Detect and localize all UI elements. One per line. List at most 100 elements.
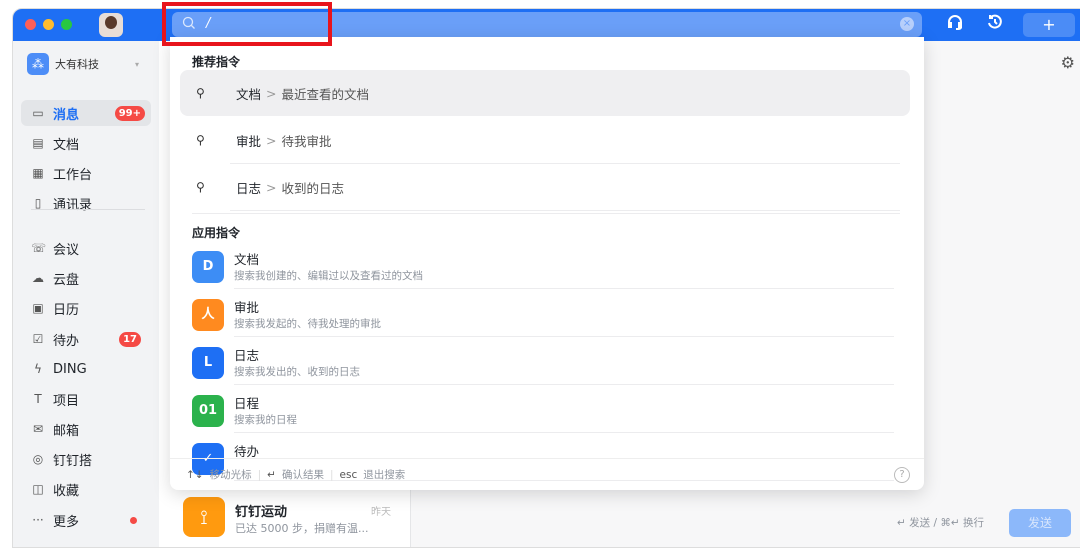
command-name: 文档	[236, 86, 262, 102]
sidebar-item-11[interactable]: ◎ 钉钉搭	[21, 446, 151, 472]
grid-icon: ▦	[32, 166, 44, 180]
history-icon[interactable]	[983, 13, 1007, 38]
chat-name: 钉钉运动	[235, 505, 288, 520]
todo-icon: ☑	[32, 332, 44, 346]
command-name: 日志	[236, 180, 262, 196]
arrows-key-icon: ↑↓	[186, 468, 204, 481]
sidebar-divider	[31, 209, 145, 210]
chevron-right-icon: >	[266, 132, 277, 148]
org-switcher[interactable]: ⁂ 大有科技 ▾	[27, 53, 139, 75]
gear-icon[interactable]: ⚙	[1061, 53, 1075, 72]
sidebar-item-label: 收藏	[53, 483, 80, 499]
chat-preview: 已达 5000 步，捐赠有温...	[235, 522, 369, 535]
app-command[interactable]: 01 日程 搜索我的日程	[192, 385, 904, 433]
sidebar-item-label: 云盘	[53, 272, 80, 288]
sidebar-item-label: 文档	[53, 137, 80, 153]
search-icon: ⚲	[196, 180, 205, 194]
sidebar-item-7[interactable]: ☑ 待办 17	[21, 326, 151, 352]
dropdown-footer: ↑↓ 移动光标 | ↵ 确认结果 | esc 退出搜索 ?	[170, 458, 924, 490]
app-command[interactable]: D 文档 搜索我创建的、编辑过以及查看过的文档	[192, 241, 904, 289]
sidebar-item-12[interactable]: ◫ 收藏	[21, 476, 151, 502]
recommended-command[interactable]: ⚲ 日志 > 收到的日志	[180, 164, 910, 210]
sidebar-item-9[interactable]: T 项目	[21, 386, 151, 412]
send-button[interactable]: 发送	[1009, 509, 1071, 537]
notification-dot	[130, 516, 137, 524]
sidebar-item-4[interactable]: ☏ 会议	[21, 235, 151, 261]
recommended-title: 推荐指令	[192, 55, 241, 69]
sidebar-item-label: 消息	[53, 107, 80, 123]
recommended-command[interactable]: ⚲ 文档 > 最近查看的文档	[180, 70, 910, 116]
star-icon: ◫	[32, 482, 44, 496]
close-window-button[interactable]	[25, 19, 36, 30]
sidebar-item-0[interactable]: ▭ 消息 99+	[21, 100, 151, 126]
sidebar-item-label: 会议	[53, 242, 80, 258]
divider	[230, 210, 900, 211]
chat-item[interactable]: ⟟ 钉钉运动 昨天 已达 5000 步，捐赠有温...	[159, 491, 411, 543]
composer-hint: ↵ 发送 / ⌘↵ 换行	[897, 517, 984, 529]
esc-key-label: esc	[339, 468, 358, 481]
app-description: 搜索我的日程	[234, 414, 297, 426]
add-button[interactable]: +	[1023, 13, 1075, 37]
search-icon: ⚲	[196, 133, 205, 147]
confirm-hint: 确认结果	[281, 469, 324, 481]
app-icon: D	[192, 251, 224, 283]
org-icon: ⁂	[27, 53, 49, 75]
unread-badge: 99+	[114, 105, 145, 121]
app-description: 搜索我发出的、收到的日志	[234, 366, 360, 378]
project-icon: T	[34, 392, 42, 406]
ding-icon: ϟ	[34, 362, 42, 376]
search-highlight-box	[162, 2, 332, 46]
app-command[interactable]: 人 审批 搜索我发起的、待我处理的审批	[192, 289, 904, 337]
headset-icon[interactable]	[943, 13, 967, 38]
sidebar-item-3[interactable]: ▯ 通讯录	[21, 190, 151, 216]
app-description: 搜索我创建的、编辑过以及查看过的文档	[234, 270, 423, 282]
command-dropdown: 推荐指令 ⚲ 文档 > 最近查看的文档 ⚲ 审批 > 待我审批 ⚲ 日志 > 收…	[170, 37, 924, 490]
apps-title: 应用指令	[192, 226, 241, 240]
sidebar-item-10[interactable]: ✉ 邮箱	[21, 416, 151, 442]
app-icon: L	[192, 347, 224, 379]
sidebar-item-label: 邮箱	[53, 423, 80, 439]
cloud-icon: ☁	[32, 271, 44, 285]
divider	[192, 213, 900, 214]
calendar-icon: ▣	[32, 301, 44, 315]
sidebar-item-2[interactable]: ▦ 工作台	[21, 160, 151, 186]
sidebar-item-label: 工作台	[53, 167, 93, 183]
move-cursor-hint: 移动光标	[209, 469, 252, 481]
command-target: 最近查看的文档	[281, 86, 370, 102]
chevron-down-icon: ▾	[135, 59, 140, 69]
enter-key-icon: ↵	[267, 468, 276, 481]
sidebar-item-label: 待办	[53, 333, 80, 349]
chevron-right-icon: >	[266, 179, 277, 195]
sidebar-item-5[interactable]: ☁ 云盘	[21, 265, 151, 291]
sidebar-item-6[interactable]: ▣ 日历	[21, 295, 151, 321]
phone-icon: ☏	[31, 241, 47, 255]
sidebar-item-label: DING	[53, 361, 87, 377]
doc-icon: ▤	[32, 136, 44, 150]
command-target: 收到的日志	[281, 180, 345, 196]
sidebar-item-label: 更多	[53, 514, 80, 530]
mail-icon: ✉	[32, 422, 44, 436]
app-icon: 01	[192, 395, 224, 427]
org-name: 大有科技	[55, 58, 99, 71]
exit-search-hint: 退出搜索	[363, 469, 406, 481]
unread-badge: 17	[119, 331, 141, 347]
builder-icon: ◎	[32, 452, 44, 466]
running-icon: ⟟	[183, 497, 225, 537]
help-icon[interactable]: ?	[894, 467, 910, 483]
sidebar-item-1[interactable]: ▤ 文档	[21, 130, 151, 156]
sidebar-item-label: 日历	[53, 302, 80, 318]
avatar[interactable]	[99, 13, 123, 37]
maximize-window-button[interactable]	[61, 19, 72, 30]
app-name: 文档	[234, 252, 260, 267]
chevron-right-icon: >	[266, 85, 277, 101]
app-command[interactable]: L 日志 搜索我发出的、收到的日志	[192, 337, 904, 385]
command-target: 待我审批	[281, 133, 332, 149]
sidebar-item-label: 项目	[53, 393, 80, 409]
recommended-command[interactable]: ⚲ 审批 > 待我审批	[180, 117, 910, 163]
sidebar-item-8[interactable]: ϟ DING	[21, 356, 151, 382]
app-description: 搜索我发起的、待我处理的审批	[234, 318, 381, 330]
clear-search-icon[interactable]: ×	[900, 17, 914, 31]
minimize-window-button[interactable]	[43, 19, 54, 30]
app-name: 日程	[234, 396, 260, 411]
sidebar-item-13[interactable]: ··· 更多	[21, 507, 151, 533]
